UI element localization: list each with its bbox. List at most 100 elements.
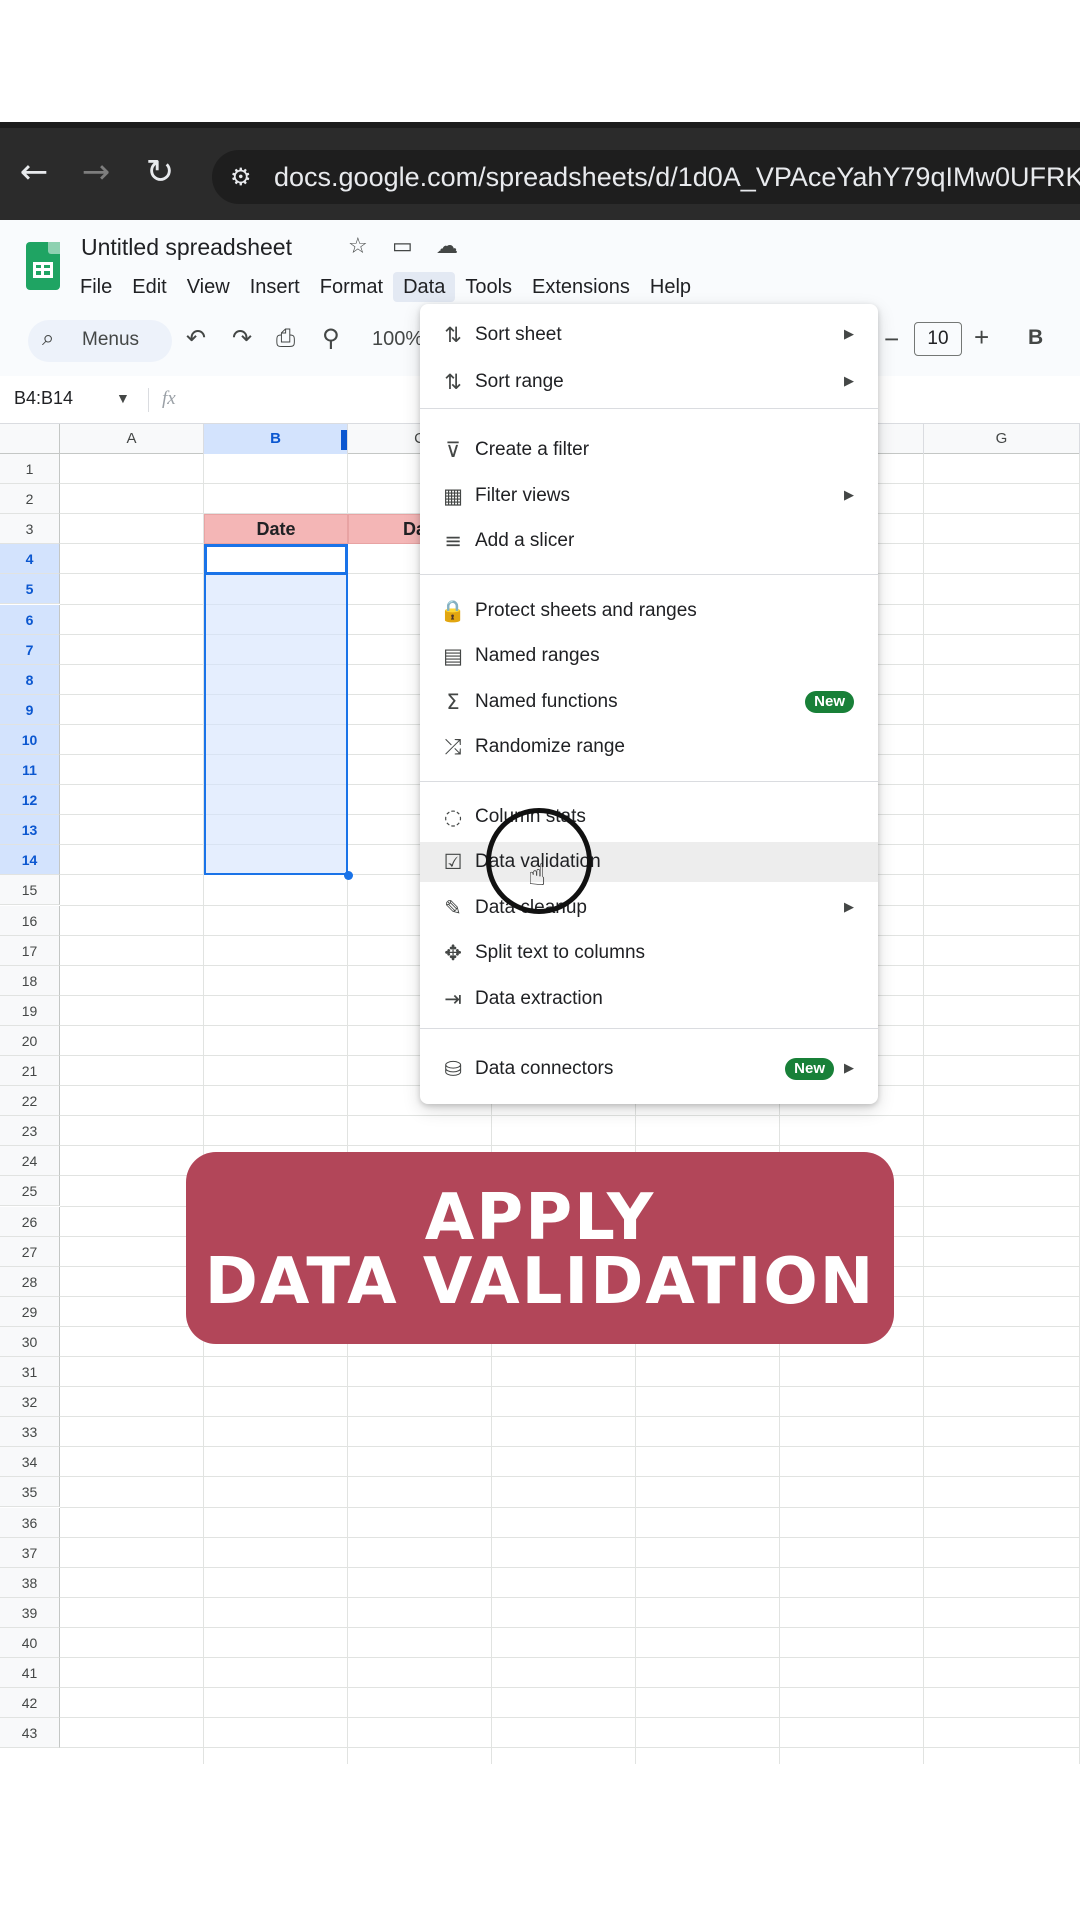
bold-button[interactable]: B [1028,326,1043,350]
menu-extensions[interactable]: Extensions [522,272,640,302]
cell-b3[interactable]: Date [204,514,348,544]
row-header-37[interactable]: 37 [0,1537,60,1568]
menu-item-split-text-to-columns[interactable]: ✥ Split text to columns [420,933,878,973]
reload-icon[interactable]: ↻ [138,150,182,194]
row-header-14[interactable]: 14 [0,845,60,876]
sheets-logo-icon[interactable] [26,242,60,290]
row-header-39[interactable]: 39 [0,1597,60,1628]
search-menus-button[interactable]: ⌕ Menus [28,320,172,362]
row-header-28[interactable]: 28 [0,1266,60,1297]
menu-item-data-cleanup[interactable]: ✎ Data cleanup ▶ [420,888,878,928]
menu-item-named-functions[interactable]: Σ Named functions New [420,682,878,722]
menu-data[interactable]: Data [393,272,456,302]
row-header-19[interactable]: 19 [0,995,60,1026]
print-icon[interactable]: ⎙ [276,324,295,352]
row-header-27[interactable]: 27 [0,1236,60,1267]
increase-font-size-button[interactable]: + [974,322,989,353]
row-header-41[interactable]: 41 [0,1658,60,1689]
row-header-29[interactable]: 29 [0,1296,60,1327]
row-header-34[interactable]: 34 [0,1447,60,1478]
menu-item-column-stats[interactable]: ◌ Column stats [420,797,878,837]
row-header-30[interactable]: 30 [0,1326,60,1357]
row-header-42[interactable]: 42 [0,1688,60,1719]
url-text[interactable]: docs.google.com/spreadsheets/d/1d0A_VPAc… [274,158,1080,196]
selected-range[interactable] [204,544,348,875]
row-header-36[interactable]: 36 [0,1507,60,1538]
row-header-18[interactable]: 18 [0,965,60,996]
row-header-16[interactable]: 16 [0,905,60,936]
row-header-5[interactable]: 5 [0,574,60,605]
row-header-17[interactable]: 17 [0,935,60,966]
row-header-2[interactable]: 2 [0,484,60,515]
row-header-11[interactable]: 11 [0,755,60,786]
row-header-20[interactable]: 20 [0,1025,60,1056]
row-header-23[interactable]: 23 [0,1116,60,1147]
row-header-12[interactable]: 12 [0,785,60,816]
menu-format[interactable]: Format [310,272,393,302]
row-header-4[interactable]: 4 [0,544,60,575]
column-header-a[interactable]: A [60,424,204,454]
font-size-input[interactable]: 10 [914,322,962,356]
row-header-7[interactable]: 7 [0,634,60,665]
row-header-38[interactable]: 38 [0,1567,60,1598]
menu-item-named-ranges[interactable]: ▤ Named ranges [420,636,878,676]
row-header-25[interactable]: 25 [0,1176,60,1207]
row-header-6[interactable]: 6 [0,604,60,635]
zoom-select[interactable]: 100% [372,328,423,351]
menu-edit[interactable]: Edit [122,272,176,302]
menu-item-protect-sheets-and-ranges[interactable]: 🔒 Protect sheets and ranges [420,591,878,631]
paint-format-icon[interactable]: ⚲ [322,324,340,352]
row-header-21[interactable]: 21 [0,1056,60,1087]
menu-item-randomize-range[interactable]: ⤮ Randomize range [420,727,878,767]
menu-tools[interactable]: Tools [455,272,522,302]
menu-item-sort-range[interactable]: ⇅ Sort range ▶ [420,362,878,402]
menu-insert[interactable]: Insert [240,272,310,302]
document-title[interactable]: Untitled spreadsheet [81,234,292,261]
row-gridline [60,1566,1080,1568]
column-resize-handle[interactable] [341,430,347,450]
row-header-33[interactable]: 33 [0,1417,60,1448]
menu-item-label: Data extraction [475,988,603,1009]
row-header-1[interactable]: 1 [0,454,60,485]
menu-view[interactable]: View [177,272,240,302]
row-header-3[interactable]: 3 [0,514,60,545]
row-header-24[interactable]: 24 [0,1146,60,1177]
row-header-40[interactable]: 40 [0,1627,60,1658]
site-info-icon[interactable]: ⚙ [230,162,262,192]
active-cell-b4[interactable] [204,544,348,575]
row-header-35[interactable]: 35 [0,1477,60,1508]
select-all-corner[interactable] [0,424,60,454]
row-header-9[interactable]: 9 [0,694,60,725]
menu-item-data-extraction[interactable]: ⇥ Data extraction [420,979,878,1019]
column-header-b[interactable]: B [204,424,348,454]
row-header-8[interactable]: 8 [0,664,60,695]
row-header-10[interactable]: 10 [0,724,60,755]
decrease-font-size-button[interactable]: − [884,324,899,355]
menu-file[interactable]: File [70,272,122,302]
menu-item-sort-sheet[interactable]: ⇅ Sort sheet ▶ [420,315,878,355]
forward-arrow-icon[interactable]: → [74,150,118,194]
back-arrow-icon[interactable]: ← [12,150,56,194]
row-header-26[interactable]: 26 [0,1206,60,1237]
star-icon[interactable]: ☆ [348,234,368,259]
row-header-32[interactable]: 32 [0,1387,60,1418]
chevron-down-icon[interactable]: ▼ [116,390,130,406]
cloud-status-icon[interactable]: ☁ [436,234,458,259]
menu-item-data-connectors[interactable]: ⛁ Data connectors New ▶ [420,1049,878,1089]
undo-icon[interactable]: ↶ [186,324,206,352]
menu-item-add-a-slicer[interactable]: ≡ Add a slicer [420,521,878,561]
name-box[interactable]: B4:B14 [14,388,73,409]
row-header-31[interactable]: 31 [0,1357,60,1388]
column-header-g[interactable]: G [924,424,1080,454]
menu-item-create-a-filter[interactable]: ⊽ Create a filter [420,430,878,470]
menu-item-filter-views[interactable]: ▦ Filter views ▶ [420,476,878,516]
address-bar[interactable]: ⚙ docs.google.com/spreadsheets/d/1d0A_VP… [212,150,1080,204]
move-folder-icon[interactable]: ▭ [392,234,413,259]
fill-handle[interactable] [344,871,353,880]
row-header-15[interactable]: 15 [0,875,60,906]
row-header-43[interactable]: 43 [0,1718,60,1749]
menu-help[interactable]: Help [640,272,701,302]
redo-icon[interactable]: ↷ [232,324,252,352]
row-header-22[interactable]: 22 [0,1086,60,1117]
row-header-13[interactable]: 13 [0,815,60,846]
